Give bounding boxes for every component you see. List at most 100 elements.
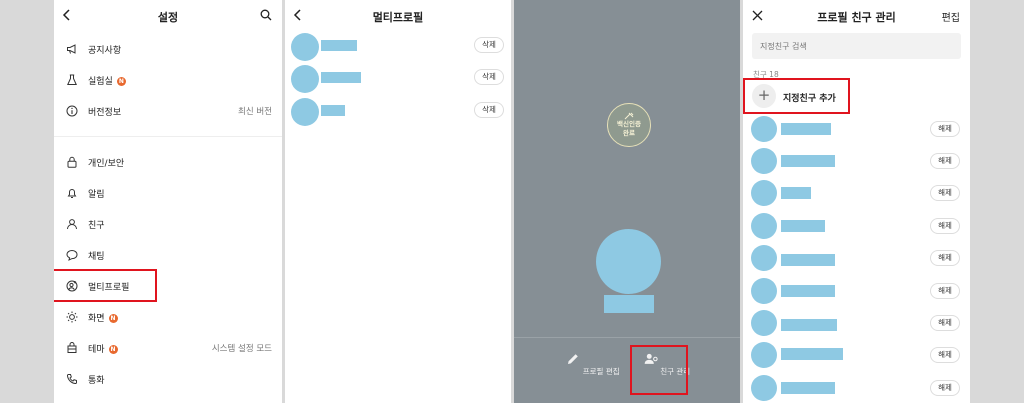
section-divider (54, 136, 282, 137)
delete-button[interactable]: 삭제 (474, 102, 504, 118)
avatar (291, 98, 319, 126)
table-row[interactable]: 해제 (743, 178, 970, 208)
release-button[interactable]: 해제 (930, 218, 960, 234)
settings-item-label: 버전정보 (88, 107, 122, 118)
profile-name-redacted (321, 105, 345, 116)
profile-name-redacted (604, 295, 654, 313)
table-row[interactable]: 해제 (743, 308, 970, 338)
avatar (751, 116, 777, 142)
megaphone-icon (65, 42, 79, 56)
settings-item-label: 테마 N (88, 344, 118, 355)
settings-item-version[interactable]: 버전정보 최신 버전 (54, 97, 282, 125)
release-button[interactable]: 해제 (930, 185, 960, 201)
settings-item-call[interactable]: 통화 (54, 365, 282, 393)
release-button[interactable]: 해제 (930, 347, 960, 363)
friend-manage-screen: 프로필 친구 관리 편집 친구 18 + 지정친구 추가 해제 해제 해제 해제 (743, 0, 970, 403)
page-title: 프로필 친구 관리 (817, 11, 896, 24)
lock-icon (65, 155, 79, 169)
release-button[interactable]: 해제 (930, 380, 960, 396)
avatar (751, 342, 777, 368)
table-row[interactable]: 해제 (743, 114, 970, 144)
release-button[interactable]: 해제 (930, 283, 960, 299)
settings-item-lab[interactable]: 실험실 N (54, 66, 282, 94)
add-designated-friend-row[interactable]: + 지정친구 추가 (743, 82, 970, 110)
settings-item-chat[interactable]: 채팅 (54, 241, 282, 269)
search-input[interactable] (752, 33, 961, 59)
settings-screen: 설정 공지사항 실험실 N 버전정보 최신 버전 개인/보안 알림 친구 채팅 … (54, 0, 282, 403)
edit-button[interactable]: 편집 (942, 9, 960, 24)
settings-item-multiprofile[interactable]: 멀티프로필 (54, 272, 282, 300)
table-row[interactable]: 해제 (743, 211, 970, 241)
friend-name-redacted (781, 123, 831, 135)
settings-item-friends[interactable]: 친구 (54, 210, 282, 238)
syringe-icon (624, 112, 634, 120)
list-item[interactable]: 삭제 (285, 31, 511, 61)
version-status: 최신 버전 (238, 107, 272, 117)
settings-item-label: 통화 (88, 375, 105, 386)
avatar (751, 310, 777, 336)
profile-avatar[interactable] (596, 229, 661, 294)
release-button[interactable]: 해제 (930, 250, 960, 266)
chat-bubble-icon (65, 248, 79, 262)
settings-item-theme[interactable]: 테마 N 시스템 설정 모드 (54, 334, 282, 362)
add-designated-friend-label: 지정친구 추가 (783, 94, 836, 104)
friend-manage-header: 프로필 친구 관리 편집 (743, 0, 970, 32)
avatar (291, 33, 319, 61)
profile-screen: 백신인증 완료 프로필 편집 친구 관리 (514, 0, 740, 403)
release-button[interactable]: 해제 (930, 121, 960, 137)
bell-icon (65, 186, 79, 200)
table-row[interactable]: 해제 (743, 373, 970, 403)
settings-item-label: 채팅 (88, 251, 105, 262)
table-row[interactable]: 해제 (743, 243, 970, 273)
multiprofile-screen: 멀티프로필 삭제 삭제 삭제 (285, 0, 511, 403)
profile-name-redacted (321, 40, 357, 51)
settings-item-notification[interactable]: 알림 (54, 179, 282, 207)
table-row[interactable]: 해제 (743, 340, 970, 370)
settings-item-label: 멀티프로필 (88, 282, 130, 293)
edit-profile-button[interactable]: 프로필 편집 (563, 352, 623, 377)
settings-item-label: 공지사항 (88, 45, 122, 56)
friend-manage-label: 친구 관리 (660, 367, 691, 376)
settings-header: 설정 (54, 0, 282, 32)
settings-item-label: 친구 (88, 220, 105, 231)
avatar (751, 245, 777, 271)
settings-item-label: 알림 (88, 189, 105, 200)
list-item[interactable]: 삭제 (285, 63, 511, 93)
friend-name-redacted (781, 254, 835, 266)
settings-item-label: 화면 N (88, 313, 118, 324)
friend-name-redacted (781, 285, 835, 297)
settings-item-display[interactable]: 화면 N (54, 303, 282, 331)
friend-name-redacted (781, 187, 811, 199)
delete-button[interactable]: 삭제 (474, 37, 504, 53)
table-row[interactable]: 해제 (743, 146, 970, 176)
friend-manage-button[interactable]: 친구 관리 (637, 352, 697, 377)
settings-item-label: 실험실 N (88, 76, 126, 87)
release-button[interactable]: 해제 (930, 315, 960, 331)
avatar (291, 65, 319, 93)
theme-icon (65, 341, 79, 355)
friend-count: 친구 18 (753, 70, 779, 79)
avatar (751, 148, 777, 174)
page-title: 멀티프로필 (372, 11, 424, 24)
edit-profile-label: 프로필 편집 (582, 367, 620, 376)
list-item[interactable]: 삭제 (285, 96, 511, 126)
new-badge: N (108, 313, 118, 323)
settings-item-label: 개인/보안 (88, 158, 125, 169)
person-icon (65, 217, 79, 231)
page-title: 설정 (157, 11, 179, 24)
release-button[interactable]: 해제 (930, 153, 960, 169)
pencil-icon (568, 354, 579, 364)
avatar (751, 213, 777, 239)
search-icon[interactable] (260, 9, 272, 21)
settings-item-notice[interactable]: 공지사항 (54, 35, 282, 63)
vaccine-badge: 백신인증 완료 (607, 103, 651, 147)
settings-item-privacy[interactable]: 개인/보안 (54, 148, 282, 176)
delete-button[interactable]: 삭제 (474, 69, 504, 85)
friend-name-redacted (781, 348, 843, 360)
plus-icon: + (752, 84, 776, 108)
friend-name-redacted (781, 319, 837, 331)
profile-name-redacted (321, 72, 361, 83)
table-row[interactable]: 해제 (743, 276, 970, 306)
theme-value: 시스템 설정 모드 (211, 344, 272, 354)
badge-text-line2: 완료 (623, 129, 635, 137)
